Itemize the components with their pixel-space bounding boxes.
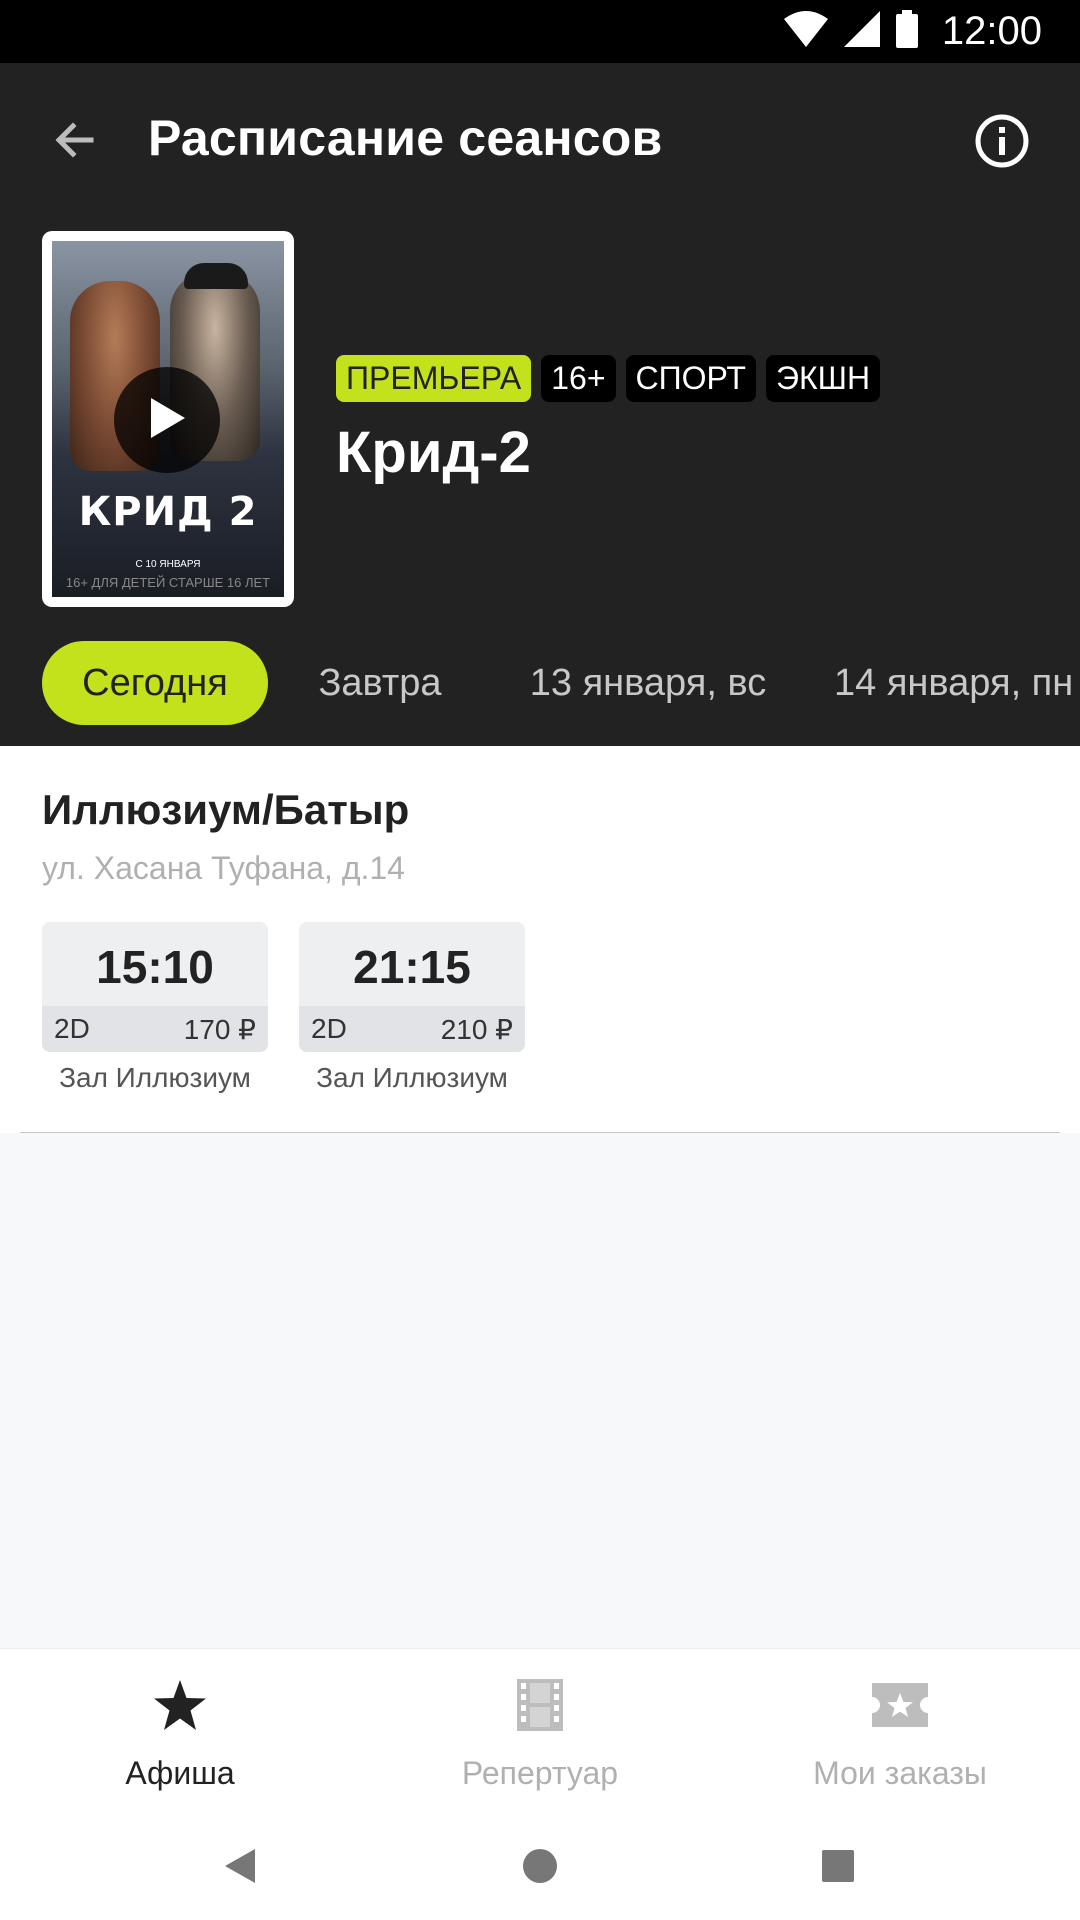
battery-icon bbox=[895, 10, 918, 53]
tag-age-rating: 16+ bbox=[541, 355, 616, 402]
star-icon bbox=[150, 1675, 210, 1735]
nav-label: Мои заказы bbox=[813, 1755, 987, 1791]
signal-icon bbox=[843, 11, 880, 52]
tag-premiere: ПРЕМЬЕРА bbox=[336, 355, 532, 402]
system-navigation-bar bbox=[0, 1808, 1080, 1920]
session-button[interactable]: 15:10 2D 170 ₽ bbox=[42, 922, 268, 1052]
nav-item-repertoire[interactable]: Репертуар bbox=[360, 1649, 720, 1809]
nav-item-my-orders[interactable]: Мои заказы bbox=[720, 1649, 1080, 1809]
wifi-icon bbox=[783, 11, 828, 52]
movie-header: Расписание сеансов КРИД 2 С 10 ЯНВАРЯ 16… bbox=[0, 63, 1080, 746]
poster-title: КРИД 2 bbox=[78, 489, 258, 535]
film-icon bbox=[510, 1675, 570, 1735]
recents-square-icon[interactable] bbox=[808, 1836, 868, 1896]
ticket-icon bbox=[870, 1675, 930, 1735]
session-price: 210 ₽ bbox=[440, 1013, 513, 1045]
poster-age: 16+ ДЛЯ ДЕТЕЙ СТАРШЕ 16 ЛЕТ bbox=[65, 575, 271, 590]
session-price: 170 ₽ bbox=[183, 1013, 256, 1045]
session-button[interactable]: 21:15 2D 210 ₽ bbox=[299, 922, 525, 1052]
poster-hat bbox=[184, 263, 248, 289]
tag-genre: ЭКШН bbox=[765, 355, 881, 402]
status-time: 12:00 bbox=[941, 9, 1042, 53]
status-icons: 12:00 bbox=[783, 8, 1042, 55]
session-slot[interactable]: 21:15 2D 210 ₽ Зал Иллюзиум bbox=[299, 922, 525, 1094]
cinema-card: Иллюзиум/Батыр ул. Хасана Туфана, д.14 1… bbox=[0, 746, 1080, 1133]
session-format: 2D bbox=[54, 1013, 90, 1044]
date-tab-tomorrow[interactable]: Завтра bbox=[300, 641, 460, 725]
page-title: Расписание сеансов bbox=[148, 110, 663, 166]
session-hall: Зал Иллюзиум bbox=[316, 1062, 508, 1093]
session-time: 15:10 bbox=[96, 941, 214, 993]
date-tab-today[interactable]: Сегодня bbox=[42, 641, 268, 725]
session-time: 21:15 bbox=[353, 941, 471, 993]
nav-label: Репертуар bbox=[461, 1755, 619, 1791]
movie-poster[interactable]: КРИД 2 С 10 ЯНВАРЯ 16+ ДЛЯ ДЕТЕЙ СТАРШЕ … bbox=[42, 231, 294, 607]
cinema-name: Иллюзиум/Батыр bbox=[42, 786, 410, 833]
back-triangle-icon[interactable] bbox=[210, 1836, 270, 1896]
movie-tags: ПРЕМЬЕРА 16+ СПОРТ ЭКШН bbox=[336, 355, 881, 402]
toolbar: Расписание сеансов bbox=[0, 63, 1080, 213]
back-button[interactable] bbox=[40, 107, 110, 177]
session-details: 2D 210 ₽ bbox=[299, 1006, 525, 1052]
session-details: 2D 170 ₽ bbox=[42, 1006, 268, 1052]
info-button[interactable] bbox=[966, 107, 1038, 179]
session-slot[interactable]: 15:10 2D 170 ₽ Зал Иллюзиум bbox=[42, 922, 268, 1094]
bottom-navigation: Афиша Репертуар Мои заказы bbox=[0, 1648, 1080, 1808]
date-tab-jan13[interactable]: 13 января, вс bbox=[516, 641, 780, 725]
poster-date: С 10 ЯНВАРЯ bbox=[135, 559, 201, 570]
session-format: 2D bbox=[311, 1013, 347, 1044]
poster-image: КРИД 2 С 10 ЯНВАРЯ 16+ ДЛЯ ДЕТЕЙ СТАРШЕ … bbox=[52, 241, 284, 597]
info-icon bbox=[974, 113, 1030, 174]
status-bar: 12:00 bbox=[0, 0, 1080, 63]
home-circle-icon[interactable] bbox=[510, 1836, 570, 1896]
nav-item-afisha[interactable]: Афиша bbox=[0, 1649, 360, 1809]
arrow-left-icon bbox=[51, 116, 99, 169]
session-hall: Зал Иллюзиум bbox=[59, 1062, 251, 1093]
date-selector: Сегодня Завтра 13 января, вс 14 января, … bbox=[0, 641, 1080, 731]
tag-genre: СПОРТ bbox=[625, 355, 756, 402]
cinema-address: ул. Хасана Туфана, д.14 bbox=[42, 850, 405, 886]
nav-label: Афиша bbox=[125, 1755, 235, 1791]
play-icon bbox=[145, 394, 189, 447]
date-tab-jan14[interactable]: 14 января, пн bbox=[834, 641, 1080, 725]
play-trailer-button[interactable] bbox=[114, 367, 220, 473]
divider bbox=[20, 1132, 1060, 1133]
movie-title: Крид-2 bbox=[336, 420, 531, 485]
